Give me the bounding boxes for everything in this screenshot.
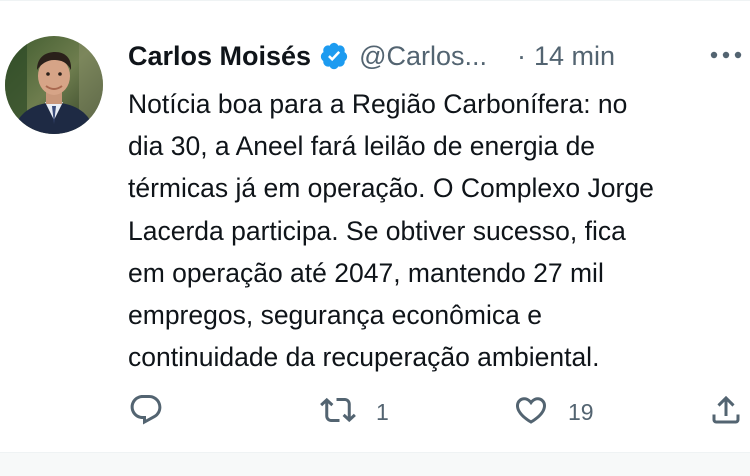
share-button[interactable] — [708, 390, 744, 434]
tweet-text-line: empregos, segurança econômica e — [128, 300, 542, 331]
separator-dot: · — [517, 40, 527, 71]
tweet-text-line: dia 30, a Aneel fará leilão de energia d… — [128, 131, 596, 162]
like-button[interactable]: 19 — [512, 390, 594, 434]
tweet-text-line: Notícia boa para a Região Carbonífera: n… — [128, 89, 628, 119]
tweet-text: Notícia boa para a Região Carbonífera: n… — [128, 83, 750, 378]
share-icon — [708, 392, 744, 433]
tweet-header: Carlos Moisés @Carlos... · 14 min — [128, 36, 615, 76]
retweet-count: 1 — [376, 398, 389, 425]
bottom-separator — [0, 452, 750, 476]
tweet[interactable]: Carlos Moisés @Carlos... · 14 min Notíci… — [0, 0, 750, 452]
tweet-text-line: térmicas já em operação. O Complexo Jorg… — [128, 173, 654, 204]
like-count: 19 — [568, 398, 594, 425]
tweet-text-line: Lacerda participa. Se obtiver sucesso, f… — [128, 215, 626, 246]
tweet-actions: 1 19 — [0, 390, 750, 434]
timestamp[interactable]: 14 min — [534, 41, 615, 72]
tweet-text-line: em operação até 2047, mantendo 27 mil — [128, 257, 604, 288]
handle[interactable]: @Carlos... — [359, 41, 487, 72]
avatar[interactable] — [5, 36, 103, 134]
more-icon[interactable] — [708, 42, 744, 68]
retweet-icon — [318, 392, 358, 433]
tweet-text-line: continuidade da recuperação ambiental. — [128, 342, 600, 373]
avatar-image — [5, 36, 103, 134]
reply-button[interactable] — [128, 390, 164, 434]
display-name[interactable]: Carlos Moisés — [128, 41, 311, 72]
heart-icon — [512, 392, 550, 433]
retweet-button[interactable]: 1 — [318, 390, 389, 434]
verified-badge-icon — [319, 41, 349, 71]
reply-icon — [128, 392, 164, 433]
